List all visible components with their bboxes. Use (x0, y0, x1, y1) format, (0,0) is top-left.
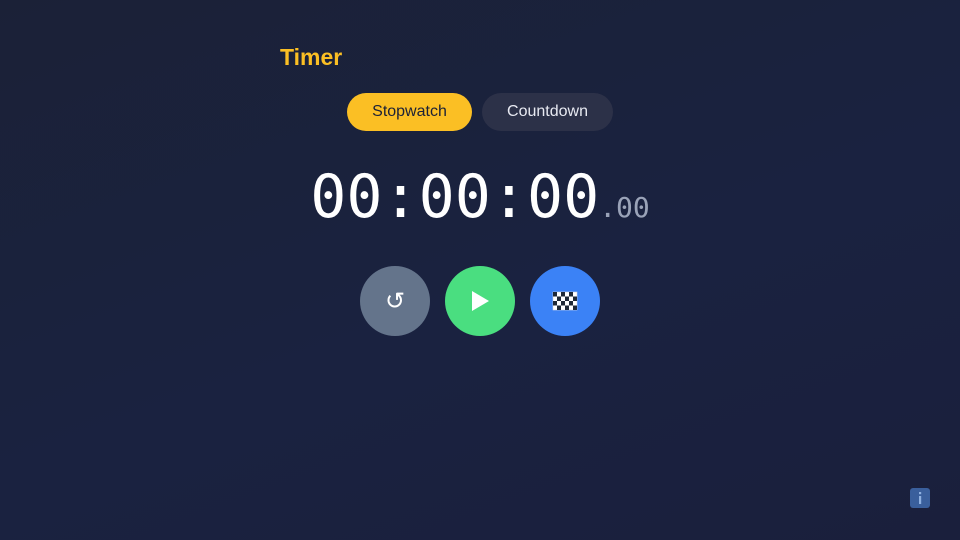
time-display: 00:00:00.00 (0, 162, 960, 232)
play-icon (472, 291, 489, 311)
lap-button[interactable] (530, 266, 600, 336)
reset-button[interactable]: ↺ (360, 266, 430, 336)
controls: ↺ (360, 266, 600, 336)
tab-countdown[interactable]: Countdown (482, 93, 613, 131)
mode-tabs: Stopwatch Countdown (347, 93, 613, 131)
time-fraction: .00 (599, 191, 650, 224)
time-main: 00:00:00 (310, 162, 600, 232)
tab-stopwatch[interactable]: Stopwatch (347, 93, 472, 131)
play-button[interactable] (445, 266, 515, 336)
page-title: Timer (280, 44, 343, 70)
checkered-flag-icon (552, 291, 578, 311)
info-icon (919, 492, 922, 504)
reset-icon: ↺ (384, 287, 406, 315)
info-button[interactable] (910, 488, 930, 508)
